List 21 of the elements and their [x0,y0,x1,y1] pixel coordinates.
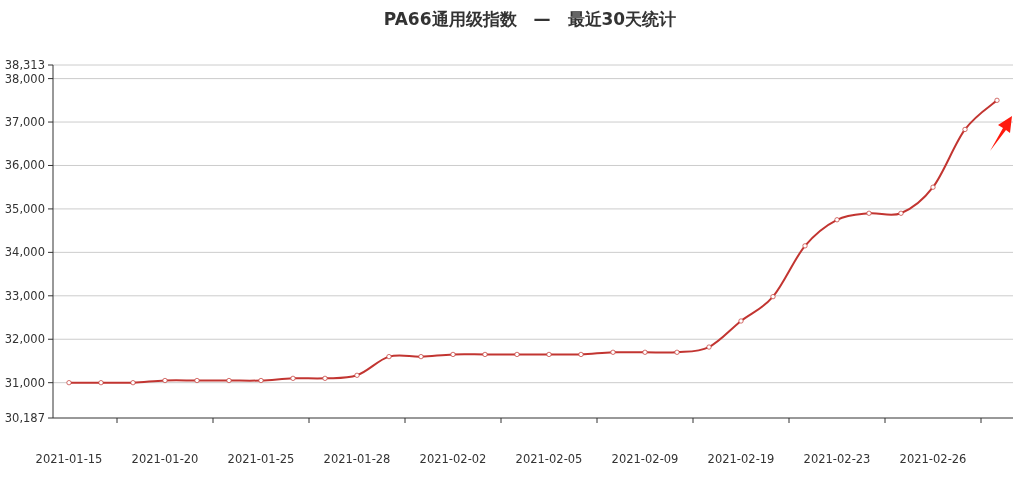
x-tick-label: 2021-01-28 [323,452,391,466]
y-tick-label: 34,000 [4,245,45,260]
y-tick-label: 35,000 [4,201,45,216]
x-tick-label: 2021-02-05 [515,452,583,466]
x-tick-label: 2021-02-23 [803,452,871,466]
y-tick-label: 36,000 [4,158,45,173]
chart-title: PA66通用级指数 — 最近30天统计 [383,9,677,29]
y-tick-label: 30,187 [4,411,45,425]
y-tick-label: 31,000 [4,375,45,390]
x-tick-label: 2021-02-19 [707,452,775,466]
y-tick-label: 38,313 [4,58,45,72]
y-tick-label: 37,000 [4,115,45,130]
y-tick-label: 38,000 [4,71,45,86]
x-tick-label: 2021-01-20 [131,452,199,466]
x-tick-label: 2021-01-25 [227,452,295,466]
x-tick-label: 2021-02-09 [611,452,679,466]
y-tick-label: 32,000 [4,332,45,347]
x-tick-label: 2021-02-02 [419,452,487,466]
x-tick-label: 2021-01-15 [35,452,103,466]
y-tick-label: 33,000 [4,288,45,303]
x-tick-label: 2021-02-26 [899,452,967,466]
